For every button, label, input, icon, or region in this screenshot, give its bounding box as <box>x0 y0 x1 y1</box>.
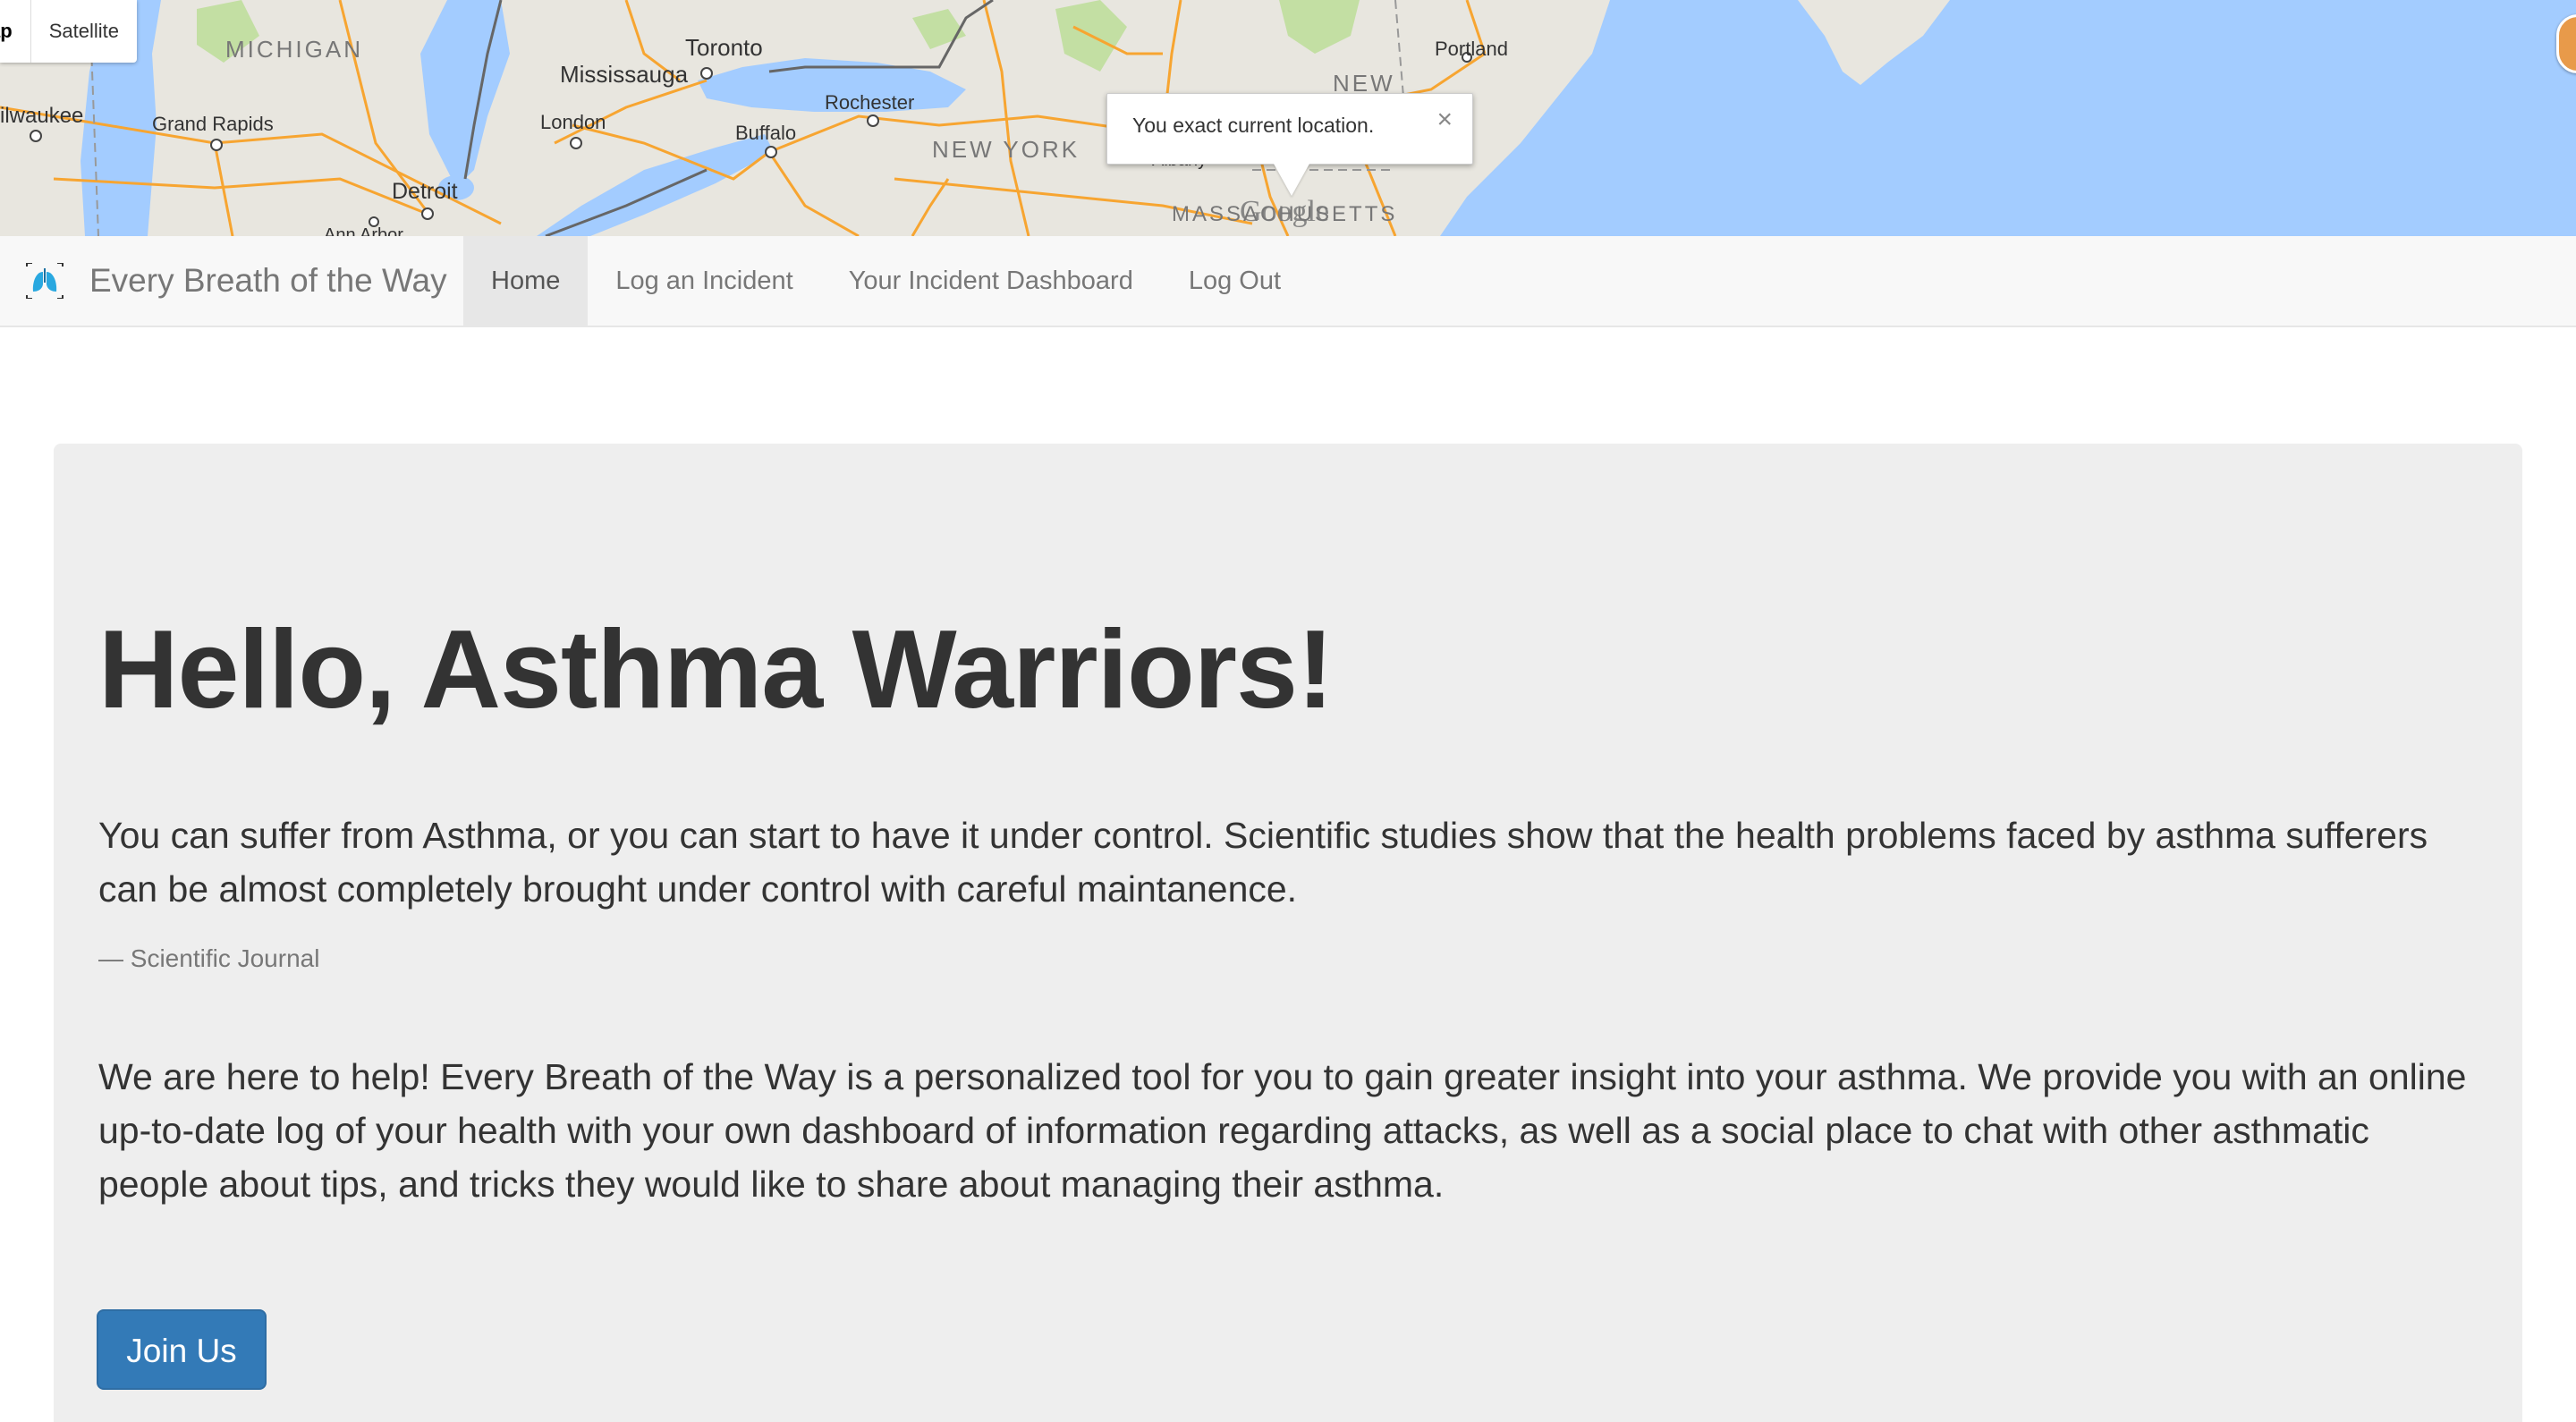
map-label-rochester: Rochester <box>825 91 915 114</box>
map-type-control: ap Satellite <box>0 0 137 63</box>
map-label-toronto: Toronto <box>685 34 763 61</box>
nav-item-log-incident[interactable]: Log an Incident <box>588 236 820 326</box>
nav-item-log-out[interactable]: Log Out <box>1161 236 1309 326</box>
map-label-new-york: NEW YORK <box>932 136 1080 163</box>
nav-menu: Home Log an Incident Your Incident Dashb… <box>463 236 1309 326</box>
map-label-ann-arbor: Ann Arbor <box>324 225 403 236</box>
map-label-milwaukee: ilwaukee <box>0 104 84 128</box>
quote-text: You can suffer from Asthma, or you can s… <box>98 815 2428 910</box>
map-label-detroit: Detroit <box>392 179 458 204</box>
lungs-logo-icon[interactable] <box>25 263 64 299</box>
location-info-window: You exact current location. × <box>1106 93 1473 196</box>
map-type-map-button[interactable]: ap <box>0 0 31 63</box>
location-map[interactable]: ap Satellite MICHIGAN Toronto Mississaug… <box>0 0 2576 236</box>
close-icon[interactable]: × <box>1436 106 1453 133</box>
map-label-grand-rapids: Grand Rapids <box>152 113 274 135</box>
navbar: Every Breath of the Way Home Log an Inci… <box>0 236 2576 327</box>
map-label-mississauga: Mississauga <box>560 61 689 88</box>
map-label-michigan: MICHIGAN <box>225 36 363 63</box>
join-us-button[interactable]: Join Us <box>97 1309 267 1390</box>
jumbotron: Hello, Asthma Warriors! You can suffer f… <box>54 444 2522 1422</box>
brand-name[interactable]: Every Breath of the Way <box>89 258 447 304</box>
google-attribution-logo: Google <box>1240 195 1330 228</box>
nav-item-home[interactable]: Home <box>463 236 589 326</box>
page-title: Hello, Asthma Warriors! <box>98 608 1334 732</box>
map-label-london: London <box>540 111 606 133</box>
map-type-satellite-button[interactable]: Satellite <box>31 0 137 63</box>
info-window-text: You exact current location. <box>1132 114 1375 137</box>
intro-paragraph: We are here to help! Every Breath of the… <box>98 1056 2467 1205</box>
quote-source: — Scientific Journal <box>98 944 320 972</box>
map-label-buffalo: Buffalo <box>735 122 797 144</box>
map-label-portland: Portland <box>1435 38 1508 60</box>
nav-item-incident-dashboard[interactable]: Your Incident Dashboard <box>821 236 1161 326</box>
info-window-pointer <box>1274 164 1309 196</box>
